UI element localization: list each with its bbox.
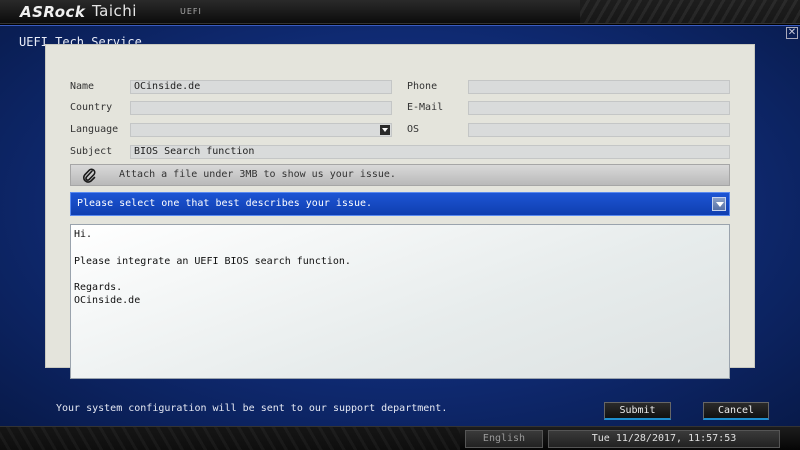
message-line xyxy=(74,268,726,281)
message-line: Hi. xyxy=(74,229,93,240)
gear-decoration xyxy=(580,0,800,23)
product-name: Taichi xyxy=(92,2,137,20)
top-bar: ASRock Taichi UEFI xyxy=(0,0,800,24)
chevron-down-icon[interactable] xyxy=(712,197,726,211)
subject-field[interactable]: BIOS Search function xyxy=(130,145,730,159)
language-dropdown[interactable] xyxy=(130,123,392,137)
name-field[interactable]: OCinside.de xyxy=(130,80,392,94)
name-label: Name xyxy=(70,81,95,92)
chevron-down-icon[interactable] xyxy=(380,125,390,135)
subject-label: Subject xyxy=(70,146,113,157)
gear-decoration xyxy=(0,427,460,450)
country-field[interactable] xyxy=(130,101,392,115)
cancel-button[interactable]: Cancel xyxy=(703,402,769,420)
close-icon[interactable]: ✕ xyxy=(786,27,798,39)
email-label: E-Mail xyxy=(407,102,444,113)
issue-category-text: Please select one that best describes yo… xyxy=(77,198,373,209)
message-line: Please integrate an UEFI BIOS search fun… xyxy=(74,255,351,267)
issue-category-dropdown[interactable]: Please select one that best describes yo… xyxy=(70,192,730,216)
message-line: OCinside.de xyxy=(74,295,141,307)
submit-button[interactable]: Submit xyxy=(604,402,671,420)
language-button[interactable]: English xyxy=(465,430,543,448)
message-textarea[interactable]: Hi. Please integrate an UEFI BIOS search… xyxy=(70,224,730,379)
country-label: Country xyxy=(70,102,113,113)
language-label: Language xyxy=(70,124,119,135)
os-field[interactable] xyxy=(468,123,730,137)
message-line: Regards. xyxy=(74,282,123,294)
attach-file-button[interactable]: Attach a file under 3MB to show us your … xyxy=(70,164,730,186)
os-label: OS xyxy=(407,124,420,135)
brand-logo: ASRock xyxy=(20,3,86,21)
mode-label: UEFI xyxy=(180,7,202,16)
paperclip-icon[interactable] xyxy=(82,166,96,184)
message-line xyxy=(74,241,726,254)
status-bar: English Tue 11/28/2017, 11:57:53 xyxy=(0,426,800,450)
footer-note: Your system configuration will be sent t… xyxy=(56,403,448,414)
phone-field[interactable] xyxy=(468,80,730,94)
phone-label: Phone xyxy=(407,81,438,92)
email-field[interactable] xyxy=(468,101,730,115)
datetime-display: Tue 11/28/2017, 11:57:53 xyxy=(548,430,780,448)
